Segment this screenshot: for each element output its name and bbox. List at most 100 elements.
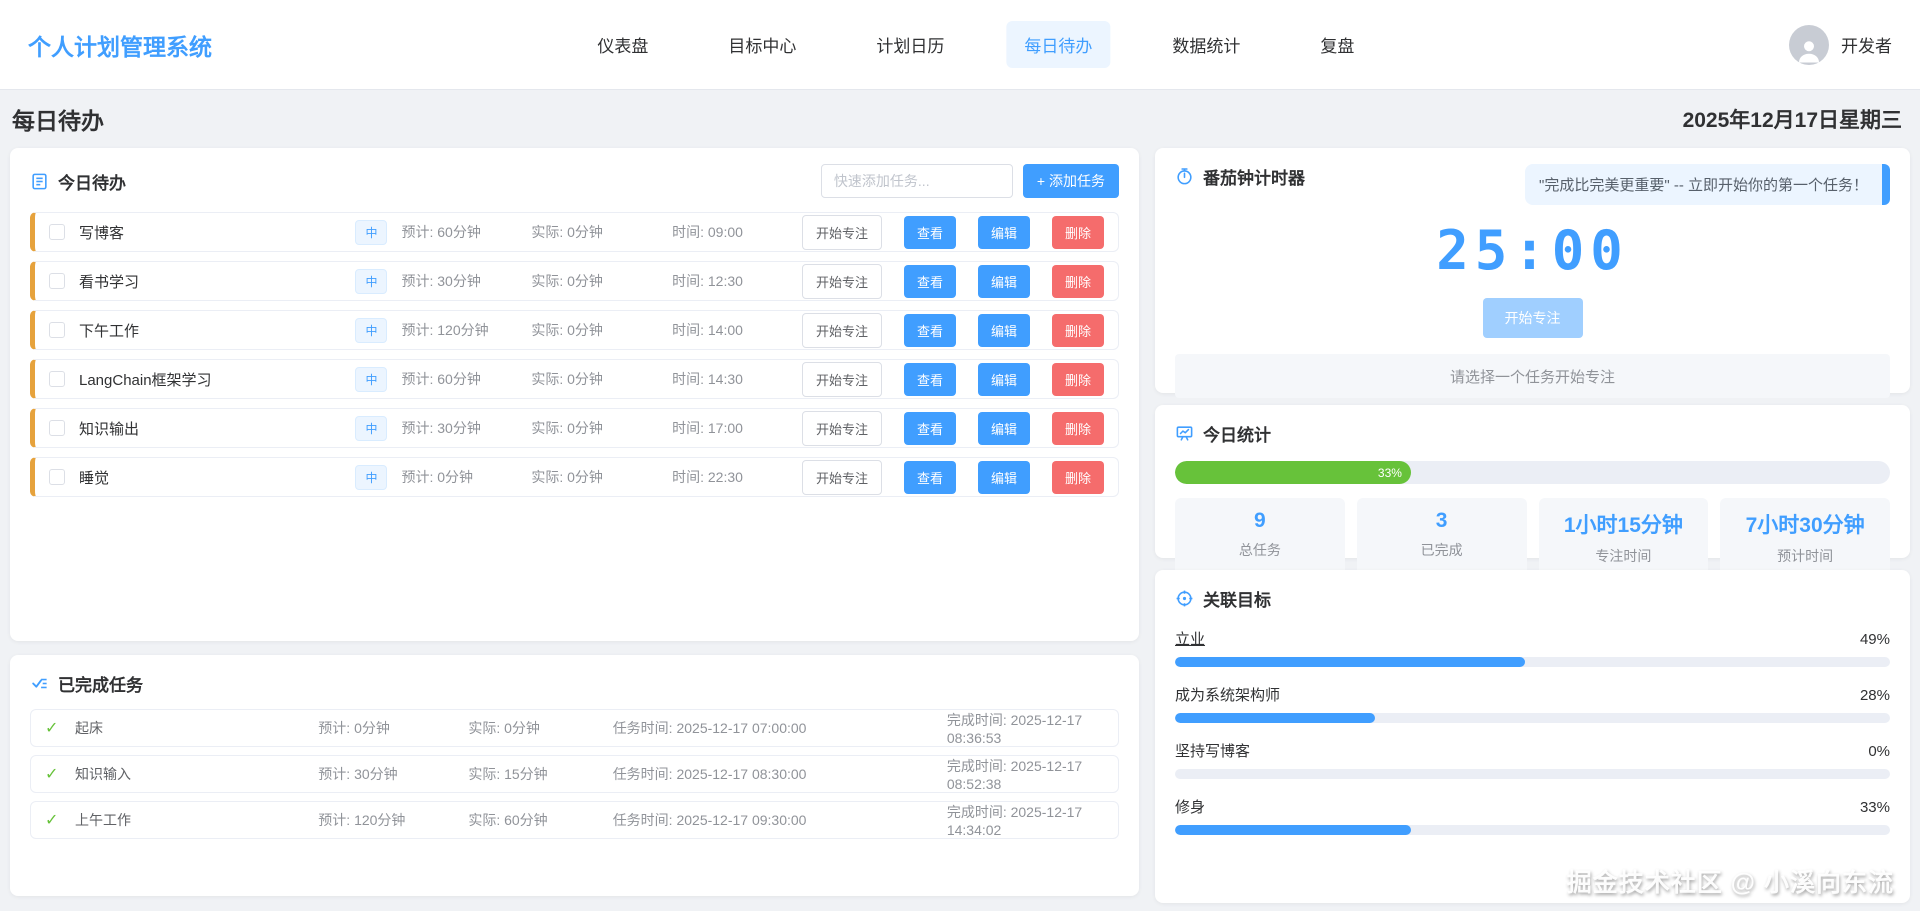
stat-label: 总任务 xyxy=(1238,542,1281,558)
user-name: 开发者 xyxy=(1841,37,1892,56)
task-estimate: 预计: 0分钟 xyxy=(401,469,474,485)
delete-button[interactable]: 删除 xyxy=(1052,460,1105,494)
edit-button[interactable]: 编辑 xyxy=(977,460,1030,494)
nav-item[interactable]: 目标中心 xyxy=(710,21,814,68)
quick-add-input[interactable] xyxy=(820,164,1013,198)
main-nav: 仪表盘 目标中心 计划日历 每日待办 数据统计 复盘 xyxy=(579,0,1372,89)
edit-button[interactable]: 编辑 xyxy=(977,264,1030,298)
goal-percent: 28% xyxy=(1859,687,1890,704)
task-row: 看书学习 中 预计: 30分钟 实际: 0分钟 时间: 12:30 开始专注 查… xyxy=(30,261,1119,301)
edit-button[interactable]: 编辑 xyxy=(977,411,1030,445)
task-time: 时间: 14:00 xyxy=(672,322,743,338)
task-checkbox[interactable] xyxy=(49,322,65,338)
delete-button[interactable]: 删除 xyxy=(1052,313,1105,347)
today-todo-card: 今日待办 + 添加任务 写博客 中 预计: 60分钟 实际: 0分钟 时间 xyxy=(10,148,1139,641)
stats-card-header: 今日统计 xyxy=(1175,421,1890,446)
start-focus-button[interactable]: 开始专注 xyxy=(801,361,882,397)
view-button[interactable]: 查看 xyxy=(903,411,956,445)
pomodoro-start-button[interactable]: 开始专注 xyxy=(1482,298,1583,338)
stat-label: 专注时间 xyxy=(1595,548,1652,564)
goals-card-title: 关联目标 xyxy=(1203,591,1271,610)
view-button[interactable]: 查看 xyxy=(903,362,956,396)
task-checkbox[interactable] xyxy=(49,420,65,436)
goal-name[interactable]: 坚持写博客 xyxy=(1175,740,1250,761)
pomodoro-card: 番茄钟计时器 "完成比完美更重要" -- 立即开始你的第一个任务！ 25:00 … xyxy=(1155,148,1910,398)
delete-button[interactable]: 删除 xyxy=(1052,362,1105,396)
delete-button[interactable]: 删除 xyxy=(1052,215,1105,249)
task-actual: 实际: 0分钟 xyxy=(531,224,603,240)
stat-value: 3 xyxy=(1435,509,1448,532)
pomodoro-card-header: 番茄钟计时器 xyxy=(1175,164,1305,189)
task-name: 睡觉 xyxy=(79,469,110,487)
view-button[interactable]: 查看 xyxy=(903,313,956,347)
task-time: 时间: 17:00 xyxy=(672,420,743,436)
task-name: 下午工作 xyxy=(79,322,140,340)
task-name: 写博客 xyxy=(79,224,125,242)
start-focus-button[interactable]: 开始专注 xyxy=(801,312,882,348)
goals-card-header: 关联目标 xyxy=(1175,586,1890,611)
completed-tasks-card: 已完成任务 ✓ 起床 预计: 0分钟 实际: 0分钟 任务时间: 2025-12… xyxy=(10,655,1139,896)
task-checkbox[interactable] xyxy=(49,469,65,485)
start-focus-button[interactable]: 开始专注 xyxy=(801,459,882,495)
completed-actual: 实际: 15分钟 xyxy=(468,766,548,782)
goal-name[interactable]: 立业 xyxy=(1175,628,1205,649)
page-date: 2025年12月17日星期三 xyxy=(1682,109,1902,132)
goal-name[interactable]: 修身 xyxy=(1175,796,1205,817)
start-focus-button[interactable]: 开始专注 xyxy=(801,214,882,250)
nav-item[interactable]: 仪表盘 xyxy=(579,21,666,68)
green-check-icon: ✓ xyxy=(45,720,59,737)
completed-row: ✓ 知识输入 预计: 30分钟 实际: 15分钟 任务时间: 2025-12-1… xyxy=(30,755,1119,793)
pomodoro-hint: 请选择一个任务开始专注 xyxy=(1175,354,1890,398)
edit-button[interactable]: 编辑 xyxy=(977,362,1030,396)
nav-item[interactable]: 每日待办 xyxy=(1006,21,1111,68)
completed-task-time: 任务时间: 2025-12-17 07:00:00 xyxy=(612,720,807,736)
completed-done-time: 完成时间: 2025-12-17 08:52:38 xyxy=(946,758,1083,792)
view-button[interactable]: 查看 xyxy=(903,460,956,494)
completed-list: ✓ 起床 预计: 0分钟 实际: 0分钟 任务时间: 2025-12-17 07… xyxy=(30,709,1119,839)
completed-name: 知识输入 xyxy=(75,766,131,782)
completed-name: 上午工作 xyxy=(75,812,131,828)
app-logo[interactable]: 个人计划管理系统 xyxy=(28,28,212,62)
add-task-button[interactable]: + 添加任务 xyxy=(1022,164,1119,198)
goal-progress-bar xyxy=(1175,825,1890,835)
priority-badge: 中 xyxy=(355,464,388,490)
nav-item[interactable]: 复盘 xyxy=(1302,21,1372,68)
user-menu[interactable]: 开发者 xyxy=(1789,24,1892,65)
delete-button[interactable]: 删除 xyxy=(1052,411,1105,445)
goal-name[interactable]: 成为系统架构师 xyxy=(1175,684,1280,705)
completed-done-time: 完成时间: 2025-12-17 14:34:02 xyxy=(946,804,1083,838)
right-column: 番茄钟计时器 "完成比完美更重要" -- 立即开始你的第一个任务！ 25:00 … xyxy=(1155,148,1910,903)
view-button[interactable]: 查看 xyxy=(903,215,956,249)
task-actual: 实际: 0分钟 xyxy=(531,273,603,289)
nav-item[interactable]: 数据统计 xyxy=(1154,21,1258,68)
completed-card-title: 已完成任务 xyxy=(58,676,143,695)
completed-actual: 实际: 60分钟 xyxy=(468,812,548,828)
delete-button[interactable]: 删除 xyxy=(1052,264,1105,298)
watermark: 掘金技术社区 @ 小溪向东流 xyxy=(1566,869,1894,897)
goal-progress-bar xyxy=(1175,713,1890,723)
data-board-icon xyxy=(1176,426,1193,441)
stat-label: 预计时间 xyxy=(1777,548,1834,564)
edit-button[interactable]: 编辑 xyxy=(977,215,1030,249)
task-row: LangChain框架学习 中 预计: 60分钟 实际: 0分钟 时间: 14:… xyxy=(30,359,1119,399)
priority-badge: 中 xyxy=(355,268,388,294)
edit-button[interactable]: 编辑 xyxy=(977,313,1030,347)
goal-percent: 49% xyxy=(1859,631,1890,648)
task-actual: 实际: 0分钟 xyxy=(531,469,603,485)
task-checkbox[interactable] xyxy=(49,224,65,240)
task-checkbox[interactable] xyxy=(49,371,65,387)
goal-item: 成为系统架构师 28% xyxy=(1175,684,1890,723)
day-progress-label: 33% xyxy=(1377,465,1402,480)
task-row: 睡觉 中 预计: 0分钟 实际: 0分钟 时间: 22:30 开始专注 查看 编… xyxy=(30,457,1119,497)
task-checkbox[interactable] xyxy=(49,273,65,289)
nav-item[interactable]: 计划日历 xyxy=(858,21,962,68)
view-button[interactable]: 查看 xyxy=(903,264,956,298)
start-focus-button[interactable]: 开始专注 xyxy=(801,263,882,299)
goal-progress-fill xyxy=(1175,713,1376,723)
pomodoro-card-title: 番茄钟计时器 xyxy=(1203,169,1305,188)
task-estimate: 预计: 120分钟 xyxy=(401,322,489,338)
task-time: 时间: 14:30 xyxy=(672,371,743,387)
task-estimate: 预计: 60分钟 xyxy=(401,224,481,240)
linked-goals-card: 关联目标 立业 49% 成为系统架构师 28% 坚持写博客 0% 修身 33% xyxy=(1155,570,1910,903)
start-focus-button[interactable]: 开始专注 xyxy=(801,410,882,446)
